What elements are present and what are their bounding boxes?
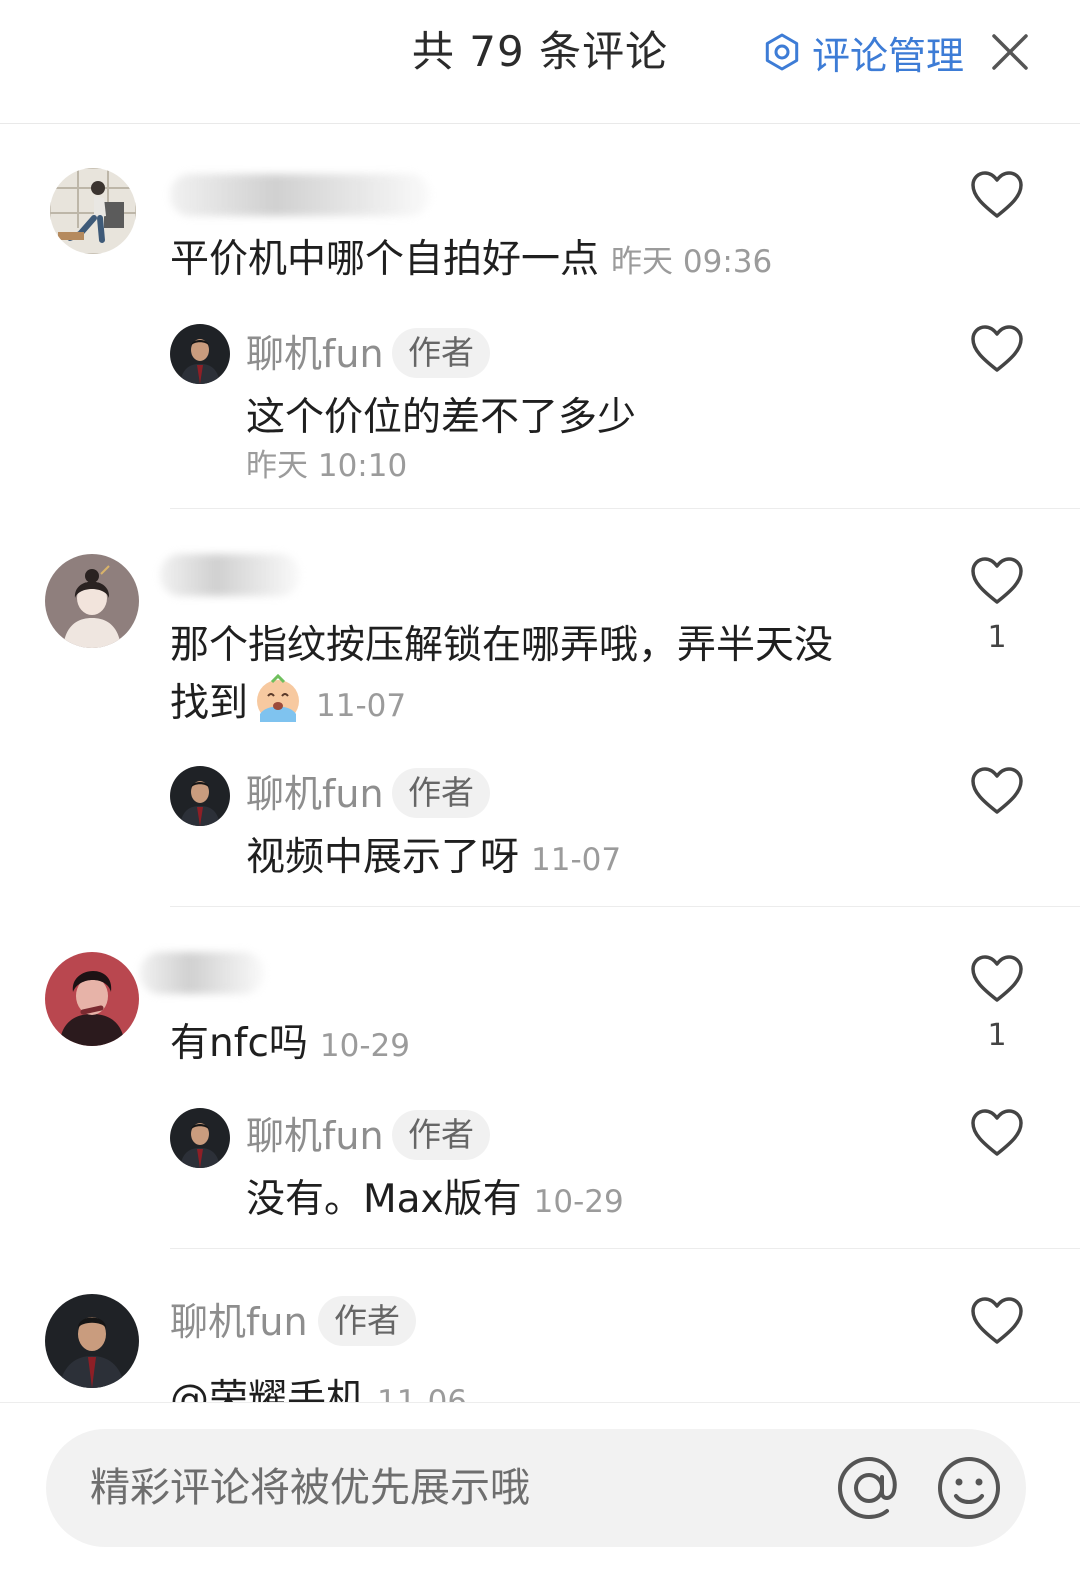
blurred-username [140, 952, 264, 994]
comment-author-name[interactable]: 聊机fun [170, 1296, 308, 1348]
heart-icon[interactable] [969, 766, 1025, 816]
divider [170, 906, 1080, 907]
comment-body: @荣耀手机 [170, 1377, 366, 1402]
author-badge: 作者 [392, 768, 490, 818]
comment-input-bar: 精彩评论将被优先展示哦 [0, 1402, 1080, 1582]
reply-time: 11-07 [531, 842, 622, 878]
heart-icon[interactable] [969, 1296, 1025, 1346]
comment-input[interactable]: 精彩评论将被优先展示哦 [46, 1429, 1026, 1547]
blurred-username [160, 554, 300, 596]
blurred-username [170, 174, 430, 216]
heart-icon[interactable] [969, 556, 1025, 606]
smiley-icon[interactable] [934, 1453, 1004, 1523]
heart-icon[interactable] [969, 324, 1025, 374]
heart-icon[interactable] [969, 170, 1025, 220]
comment-sheet: 共 79 条评论 评论管理 平价机中哪个自拍好一点 昨天 09:36 聊机fun… [0, 0, 1080, 1582]
comment-body: 找到 [170, 681, 249, 726]
reply-text: 没有。Max版有 10-29 [246, 1172, 624, 1230]
heart-icon[interactable] [969, 954, 1025, 1004]
reply-text: 视频中展示了呀 11-07 [246, 830, 621, 888]
comment-text: @荣耀手机 11-06 [170, 1372, 467, 1402]
reply-time: 10-29 [533, 1184, 624, 1220]
divider [170, 508, 1080, 509]
crying-emoji-icon [257, 674, 300, 722]
comment-body: 平价机中哪个自拍好一点 [170, 237, 600, 282]
comment-text: 平价机中哪个自拍好一点 昨天 09:36 [170, 232, 772, 290]
comment-time: 11-07 [316, 688, 407, 724]
like-count: 1 [987, 1018, 1007, 1053]
comment-time: 11-06 [377, 1384, 468, 1402]
comment-manage-label: 评论管理 [812, 33, 965, 78]
comment-body: 有nfc吗 [170, 1021, 308, 1066]
reply-body: 视频中展示了呀 [246, 835, 520, 880]
comment-time: 10-29 [319, 1028, 410, 1064]
heart-icon[interactable] [969, 1108, 1025, 1158]
gear-icon [765, 33, 799, 71]
like-count: 1 [987, 620, 1007, 655]
comment-header: 共 79 条评论 评论管理 [0, 0, 1080, 124]
author-badge: 作者 [392, 1110, 490, 1160]
author-badge: 作者 [318, 1296, 416, 1346]
user-avatar[interactable] [45, 554, 139, 648]
comment-manage-button[interactable]: 评论管理 [762, 22, 964, 82]
author-avatar[interactable] [170, 324, 230, 384]
author-avatar[interactable] [45, 1294, 139, 1388]
author-badge: 作者 [392, 328, 490, 378]
reply-author-name[interactable]: 聊机fun [246, 1110, 384, 1162]
comment-text: 有nfc吗 10-29 [170, 1016, 410, 1074]
reply-body: 没有。Max版有 [246, 1177, 522, 1222]
reply-author-name[interactable]: 聊机fun [246, 768, 384, 820]
author-avatar[interactable] [170, 1108, 230, 1168]
user-avatar[interactable] [45, 952, 139, 1046]
reply-time: 昨天 10:10 [246, 448, 408, 484]
user-avatar[interactable] [50, 168, 136, 254]
comment-text: 那个指纹按压解锁在哪弄哦，弄半天没 [170, 623, 834, 668]
comment-time: 昨天 09:36 [611, 244, 773, 280]
author-avatar[interactable] [170, 766, 230, 826]
reply-author-name[interactable]: 聊机fun [246, 328, 384, 380]
reply-text: 这个价位的差不了多少 [246, 395, 637, 440]
comment-list[interactable]: 平价机中哪个自拍好一点 昨天 09:36 聊机fun 作者 这个价位的差不了多少 … [0, 124, 1080, 1402]
close-icon[interactable] [986, 28, 1034, 76]
comment-input-placeholder: 精彩评论将被优先展示哦 [90, 1465, 530, 1511]
divider [170, 1248, 1080, 1249]
comment-text: 找到 11-07 [170, 674, 406, 734]
at-icon[interactable] [834, 1453, 904, 1523]
